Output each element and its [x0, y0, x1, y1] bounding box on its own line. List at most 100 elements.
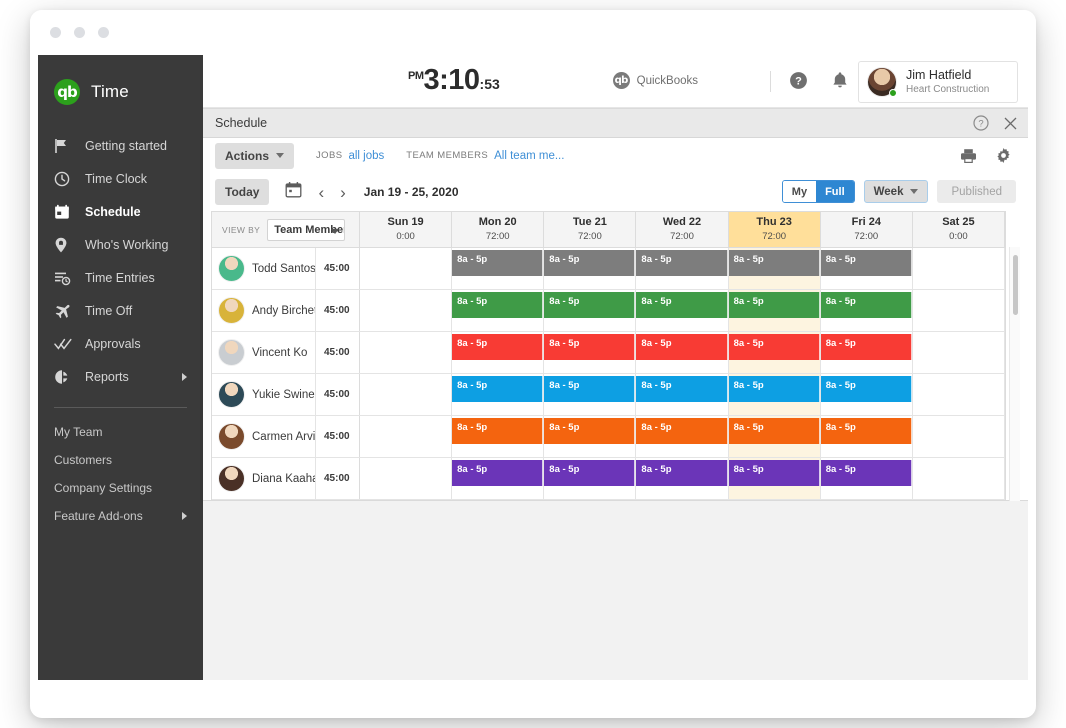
schedule-cell[interactable]: 8a - 5p: [636, 248, 729, 289]
schedule-cell-today[interactable]: 8a - 5p: [728, 290, 821, 331]
day-column-header[interactable]: Sat 25 0:00: [912, 212, 1005, 247]
schedule-cell[interactable]: 8a - 5p: [544, 416, 637, 457]
grid-scrollbar-thumb[interactable]: [1013, 255, 1018, 315]
table-row[interactable]: Yukie Swinehart45:008a - 5p8a - 5p8a - 5…: [212, 374, 1005, 416]
actions-button[interactable]: Actions: [215, 142, 295, 169]
shift-block[interactable]: 8a - 5p: [544, 460, 636, 486]
table-row[interactable]: Andy Birchett 45:00 8a - 5p 8a - 5p 8a - 5p 8…: [212, 290, 1005, 332]
printer-icon[interactable]: [960, 148, 977, 169]
shift-block[interactable]: 8a - 5p: [452, 334, 544, 360]
shift-block[interactable]: 8a - 5p: [636, 418, 728, 444]
schedule-cell[interactable]: 8a - 5p: [636, 416, 729, 457]
shift-block[interactable]: 8a - 5p: [544, 334, 636, 360]
day-column-header[interactable]: Tue 21 72:00: [544, 212, 637, 247]
sidebar-item-reports[interactable]: Reports: [38, 360, 203, 393]
schedule-cell[interactable]: 8a - 5p: [452, 290, 545, 331]
schedule-cell[interactable]: 8a - 5p: [820, 248, 913, 289]
team-member-cell[interactable]: Todd Santos 45:00: [212, 248, 360, 289]
schedule-cell[interactable]: 8a - 5p: [544, 332, 637, 373]
schedule-cell[interactable]: [912, 290, 1005, 331]
shift-block[interactable]: 8a - 5p: [636, 460, 728, 486]
schedule-cell[interactable]: [912, 416, 1005, 457]
day-column-header[interactable]: Wed 22 72:00: [636, 212, 729, 247]
close-icon[interactable]: [1003, 116, 1018, 136]
shift-block[interactable]: 8a - 5p: [728, 250, 820, 276]
schedule-cell-today[interactable]: 8a - 5p: [728, 458, 821, 499]
shift-block[interactable]: 8a - 5p: [544, 292, 636, 318]
shift-block[interactable]: 8a - 5p: [544, 418, 636, 444]
sidebar-item-approvals[interactable]: Approvals: [38, 327, 203, 360]
team-members-filter-value[interactable]: All team me...: [494, 150, 564, 162]
schedule-cell[interactable]: 8a - 5p: [820, 416, 913, 457]
shift-block[interactable]: 8a - 5p: [820, 418, 912, 444]
shift-block[interactable]: 8a - 5p: [452, 376, 544, 402]
shift-block[interactable]: 8a - 5p: [636, 334, 728, 360]
shift-block[interactable]: 8a - 5p: [820, 460, 912, 486]
sidebar-item-time-off[interactable]: Time Off: [38, 294, 203, 327]
schedule-cell[interactable]: [360, 290, 453, 331]
schedule-cell[interactable]: [360, 374, 453, 415]
schedule-cell[interactable]: 8a - 5p: [544, 374, 637, 415]
prev-week-button[interactable]: ‹: [318, 184, 324, 201]
schedule-cell[interactable]: 8a - 5p: [452, 332, 545, 373]
schedule-cell[interactable]: 8a - 5p: [544, 458, 637, 499]
help-circle-icon[interactable]: ?: [789, 71, 808, 95]
schedule-cell[interactable]: 8a - 5p: [636, 374, 729, 415]
schedule-cell-today[interactable]: 8a - 5p: [728, 374, 821, 415]
table-row[interactable]: Diana Kaaha 45:00 8a - 5p 8a - 5p 8a - 5p 8a …: [212, 458, 1005, 500]
schedule-cell[interactable]: 8a - 5p: [452, 248, 545, 289]
sidebar-item-my-team[interactable]: My Team: [38, 418, 203, 446]
schedule-cell[interactable]: 8a - 5p: [544, 290, 637, 331]
schedule-cell[interactable]: 8a - 5p: [820, 332, 913, 373]
team-member-cell[interactable]: Diana Kaaha 45:00: [212, 458, 360, 499]
sidebar-item-time-entries[interactable]: Time Entries: [38, 261, 203, 294]
brand-logo[interactable]: qb Time: [38, 55, 203, 111]
sidebar-item-schedule[interactable]: Schedule: [38, 195, 203, 228]
schedule-cell[interactable]: [360, 416, 453, 457]
schedule-cell[interactable]: [360, 248, 453, 289]
shift-block[interactable]: 8a - 5p: [636, 376, 728, 402]
schedule-cell[interactable]: [360, 332, 453, 373]
schedule-cell[interactable]: [912, 458, 1005, 499]
day-column-header[interactable]: Sun 19 0:00: [360, 212, 453, 247]
sidebar-item-getting-started[interactable]: Getting started: [38, 129, 203, 162]
period-week-dropdown[interactable]: Week: [863, 180, 929, 203]
table-row[interactable]: Carmen Arvizu45:008a - 5p8a - 5p8a - 5p8…: [212, 416, 1005, 458]
shift-block[interactable]: 8a - 5p: [820, 334, 912, 360]
team-member-cell[interactable]: Carmen Arvizu45:00: [212, 416, 360, 457]
scope-my-button[interactable]: My: [782, 181, 817, 202]
shift-block[interactable]: 8a - 5p: [728, 376, 820, 402]
window-maximize-dot[interactable]: [98, 27, 109, 38]
day-column-header[interactable]: Mon 20 72:00: [452, 212, 545, 247]
schedule-cell[interactable]: 8a - 5p: [820, 458, 913, 499]
sidebar-item-whos-working[interactable]: Who's Working: [38, 228, 203, 261]
gear-icon[interactable]: [995, 147, 1012, 169]
jobs-filter-value[interactable]: all jobs: [348, 150, 384, 162]
team-member-cell[interactable]: Andy Birchett 45:00: [212, 290, 360, 331]
scope-full-button[interactable]: Full: [816, 181, 854, 202]
grid-vertical-scrollbar[interactable]: [1009, 247, 1020, 502]
window-minimize-dot[interactable]: [74, 27, 85, 38]
day-column-header-today[interactable]: Thu 23 72:00: [728, 212, 821, 247]
schedule-cell[interactable]: 8a - 5p: [544, 248, 637, 289]
sidebar-item-customers[interactable]: Customers: [38, 446, 203, 474]
schedule-cell-today[interactable]: 8a - 5p: [728, 332, 821, 373]
schedule-cell[interactable]: 8a - 5p: [452, 458, 545, 499]
published-button[interactable]: Published: [937, 180, 1016, 203]
shift-block[interactable]: 8a - 5p: [728, 334, 820, 360]
account-menu[interactable]: Jim Hatfield Heart Construction: [858, 61, 1018, 103]
schedule-cell[interactable]: [912, 374, 1005, 415]
schedule-cell[interactable]: 8a - 5p: [820, 290, 913, 331]
shift-block[interactable]: 8a - 5p: [820, 376, 912, 402]
shift-block[interactable]: 8a - 5p: [452, 250, 544, 276]
table-row[interactable]: Todd Santos 45:00 8a - 5p 8a - 5p 8a - 5p 8a …: [212, 248, 1005, 290]
help-circle-icon[interactable]: ?: [973, 115, 989, 136]
sidebar-item-time-clock[interactable]: Time Clock: [38, 162, 203, 195]
table-row[interactable]: Vincent Ko 45:00 8a - 5p 8a - 5p 8a - 5p 8a -…: [212, 332, 1005, 374]
sidebar-item-feature-add-ons[interactable]: Feature Add-ons: [38, 502, 203, 530]
team-member-cell[interactable]: Vincent Ko 45:00: [212, 332, 360, 373]
schedule-cell[interactable]: [360, 458, 453, 499]
window-close-dot[interactable]: [50, 27, 61, 38]
shift-block[interactable]: 8a - 5p: [636, 250, 728, 276]
shift-block[interactable]: 8a - 5p: [728, 292, 820, 318]
